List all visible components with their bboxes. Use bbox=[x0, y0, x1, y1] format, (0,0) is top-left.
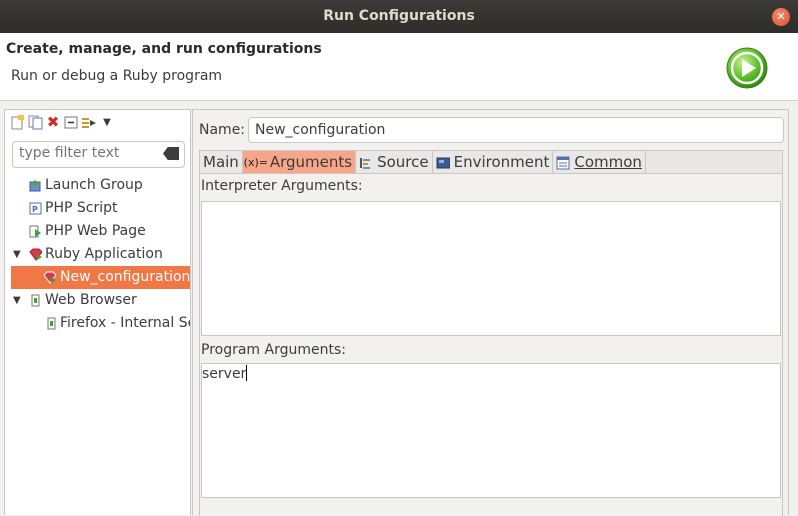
dialog-header: Create, manage, and run configurations R… bbox=[0, 33, 798, 101]
window-title: Run Configurations bbox=[323, 8, 475, 24]
tree-toolbar: ✖ ▼ bbox=[9, 113, 115, 131]
common-icon bbox=[556, 156, 570, 169]
program-arguments-label: Program Arguments: bbox=[201, 342, 346, 358]
filter-box bbox=[12, 141, 185, 168]
clear-filter-icon[interactable] bbox=[163, 147, 179, 160]
arguments-icon: (x)= bbox=[243, 156, 268, 169]
name-field[interactable] bbox=[248, 117, 784, 143]
browser-config-icon bbox=[47, 317, 56, 330]
environment-icon bbox=[436, 157, 450, 168]
tab-environment[interactable]: Environment bbox=[433, 151, 554, 174]
tab-common[interactable]: Common bbox=[553, 151, 646, 174]
collapse-all-icon[interactable] bbox=[63, 114, 79, 130]
header-subtitle: Run or debug a Ruby program bbox=[11, 68, 223, 84]
run-icon bbox=[726, 47, 768, 89]
php-web-page-icon bbox=[29, 225, 41, 238]
program-arguments-text: server bbox=[202, 366, 247, 382]
configuration-tree: Launch Group P PHP Script PHP Web Page ▼… bbox=[5, 174, 190, 335]
tree-item-firefox-internal[interactable]: Firefox - Internal Se bbox=[5, 312, 190, 335]
php-script-icon: P bbox=[29, 202, 42, 215]
configuration-tree-panel: ✖ ▼ Launch Group P PHP Script PHP Web Pa… bbox=[4, 109, 191, 515]
tree-item-launch-group[interactable]: Launch Group bbox=[5, 174, 190, 197]
expand-arrow-icon[interactable]: ▼ bbox=[13, 289, 21, 312]
expand-arrow-icon[interactable]: ▼ bbox=[13, 243, 21, 266]
tab-bar: Main (x)= Arguments Source Environment C… bbox=[199, 150, 783, 174]
ruby-config-icon bbox=[43, 271, 56, 284]
tree-item-php-script[interactable]: P PHP Script bbox=[5, 197, 190, 220]
filter-input[interactable] bbox=[19, 145, 159, 161]
header-title: Create, manage, and run configurations bbox=[6, 41, 322, 57]
tree-item-php-web-page[interactable]: PHP Web Page bbox=[5, 220, 190, 243]
interpreter-arguments-textarea[interactable] bbox=[201, 201, 781, 336]
new-configuration-icon[interactable] bbox=[9, 114, 25, 130]
svg-text:P: P bbox=[32, 205, 38, 214]
ruby-application-icon bbox=[29, 248, 42, 261]
view-menu-chevron-icon[interactable]: ▼ bbox=[99, 114, 115, 130]
tree-item-new-configuration[interactable]: New_configuration bbox=[11, 266, 190, 289]
delete-icon[interactable]: ✖ bbox=[45, 113, 61, 131]
close-window-button[interactable]: ✕ bbox=[772, 8, 790, 26]
arguments-tab-content: Interpreter Arguments: Program Arguments… bbox=[199, 173, 783, 516]
title-bar: Run Configurations ✕ bbox=[0, 0, 798, 33]
configuration-editor: Name: Main (x)= Arguments Source Environ… bbox=[192, 109, 789, 516]
source-icon bbox=[360, 157, 371, 169]
launch-group-icon bbox=[29, 180, 41, 192]
tree-item-ruby-application[interactable]: ▼ Ruby Application bbox=[5, 243, 190, 266]
name-label: Name: bbox=[199, 122, 246, 138]
tree-item-web-browser[interactable]: ▼ Web Browser bbox=[5, 289, 190, 312]
program-arguments-textarea[interactable]: server bbox=[201, 363, 781, 498]
filter-icon[interactable] bbox=[81, 114, 97, 130]
duplicate-icon[interactable] bbox=[27, 114, 43, 130]
text-caret bbox=[246, 365, 248, 381]
tab-source[interactable]: Source bbox=[356, 151, 433, 174]
tab-main[interactable]: Main bbox=[200, 151, 243, 174]
tab-arguments[interactable]: (x)= Arguments bbox=[242, 151, 357, 174]
web-browser-icon bbox=[31, 294, 40, 307]
interpreter-arguments-label: Interpreter Arguments: bbox=[201, 178, 363, 194]
